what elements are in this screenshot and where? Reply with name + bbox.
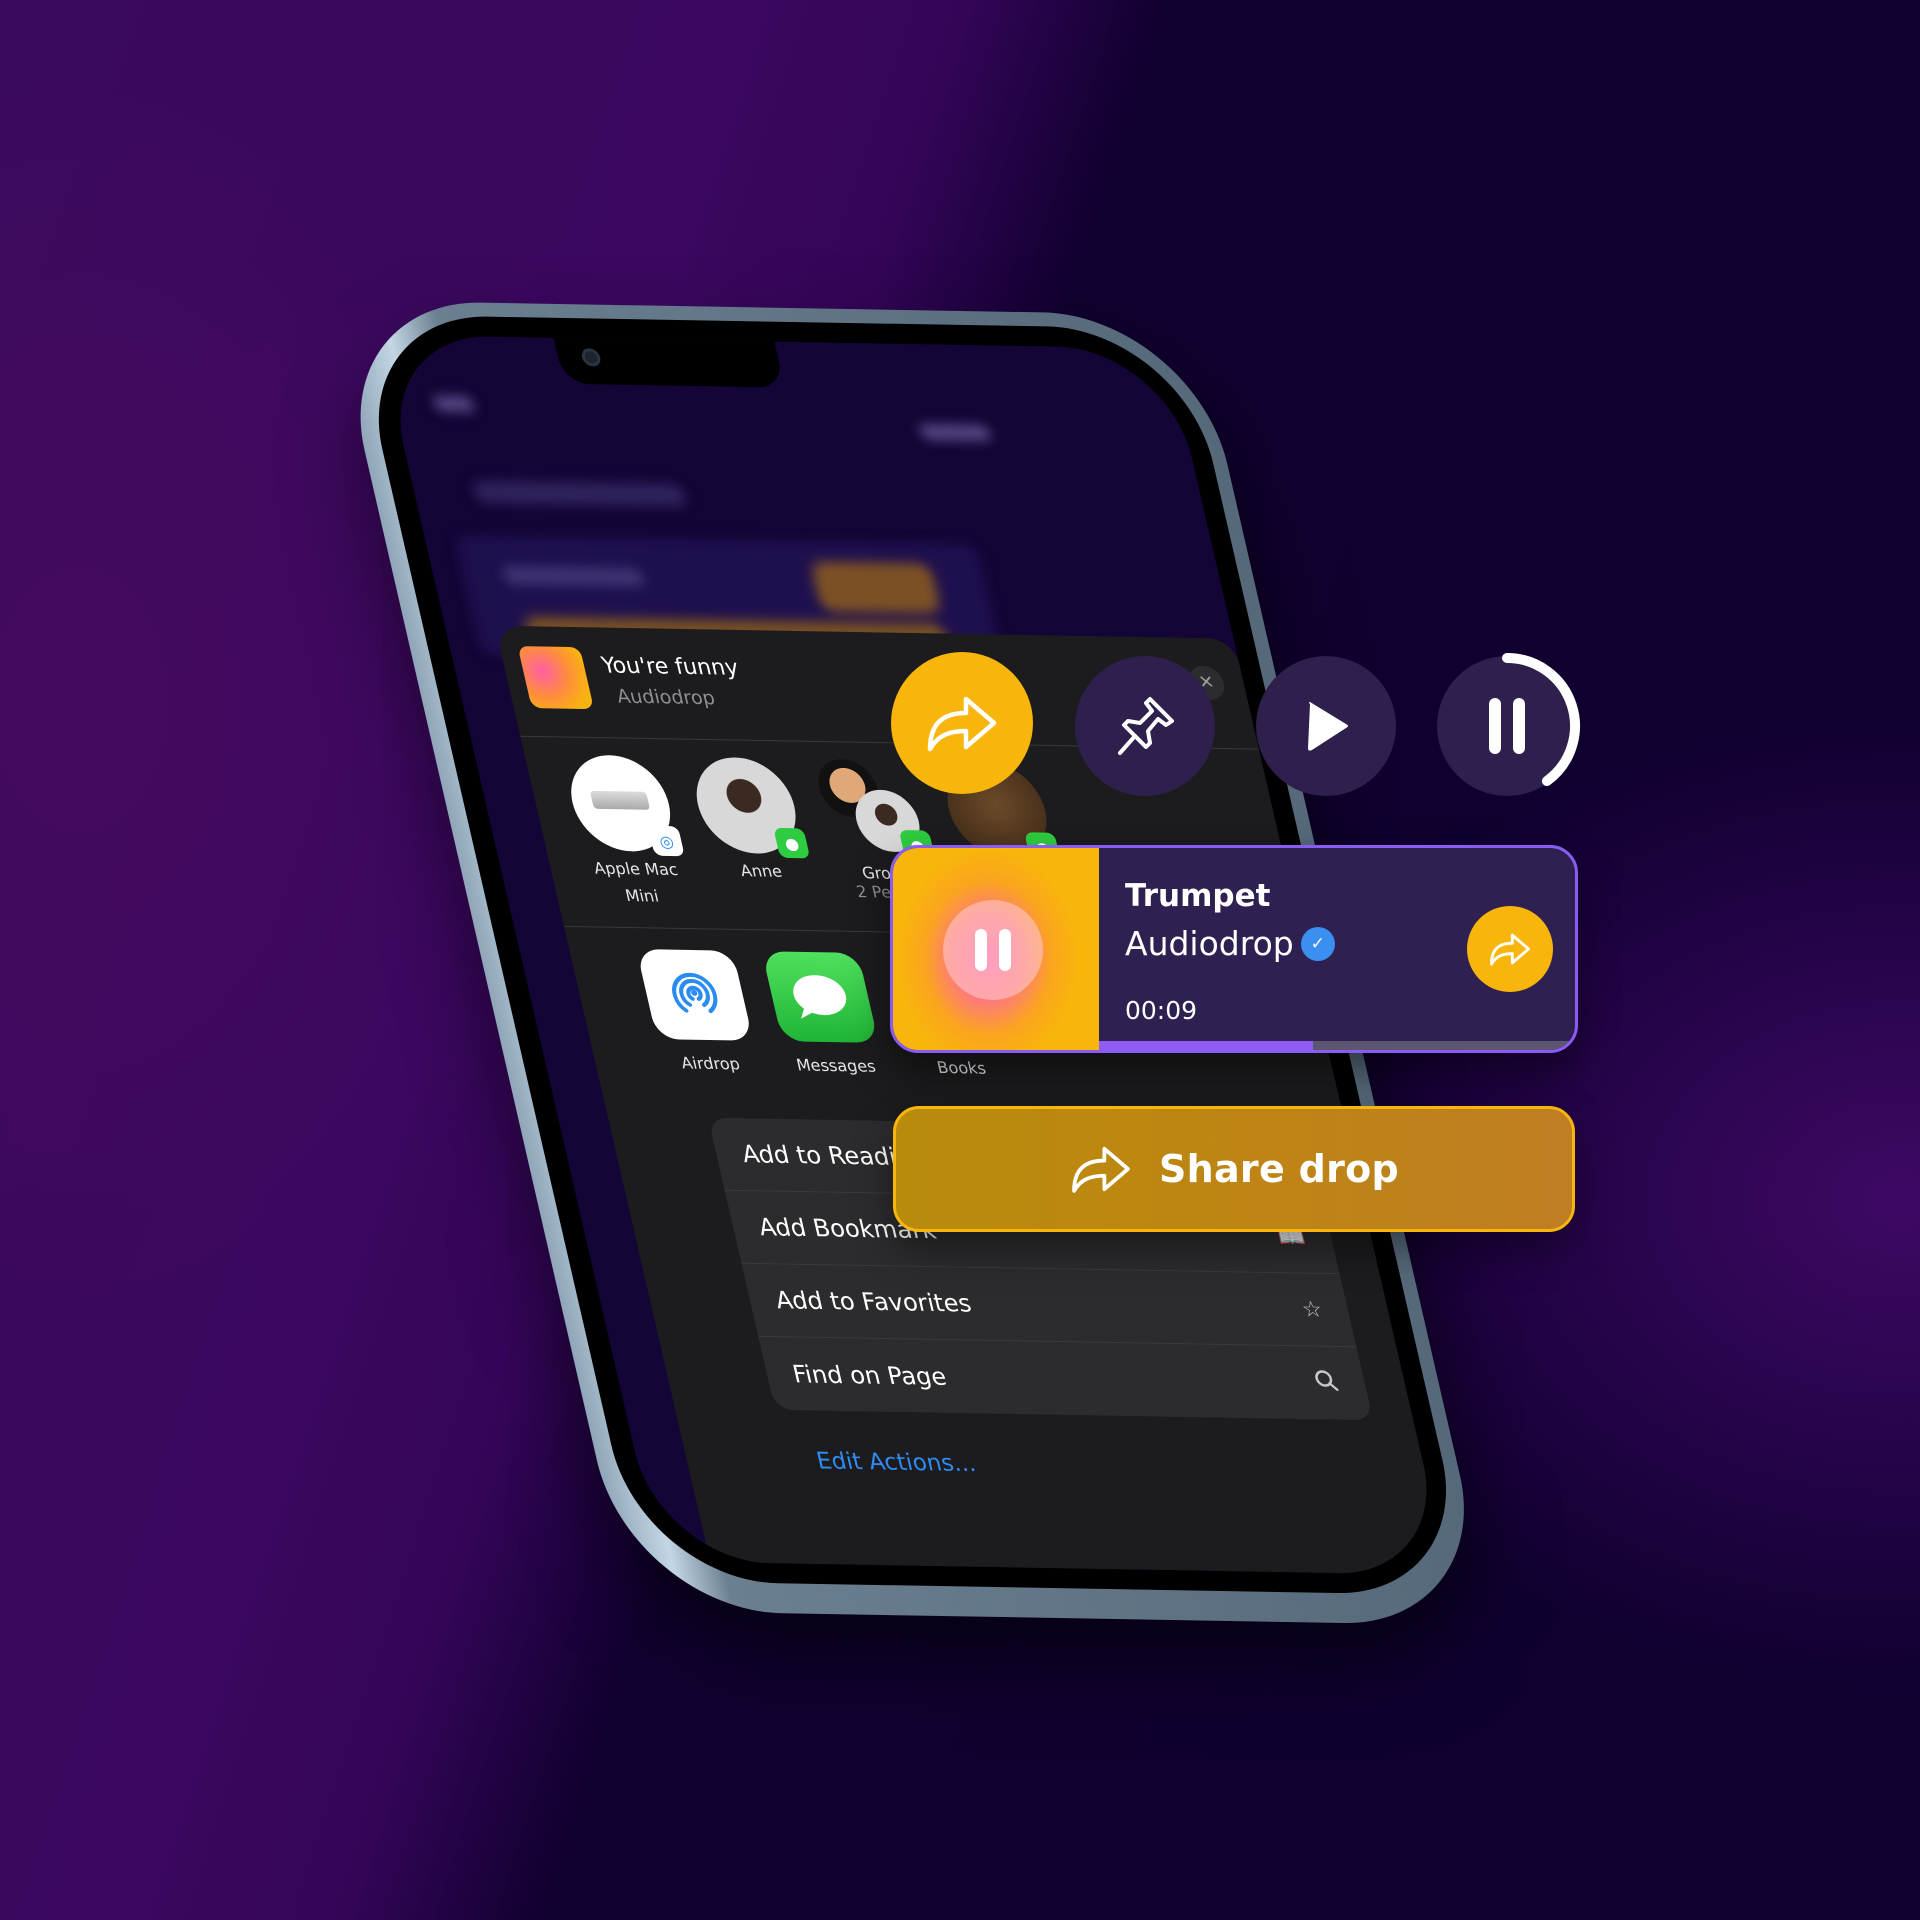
- pause-icon: [975, 929, 987, 971]
- action-label: Find on Page: [789, 1359, 950, 1391]
- app-label: Messages: [794, 1055, 878, 1076]
- contact-apple-mac-mini[interactable]: ◎ Apple Mac Mini: [554, 754, 699, 906]
- track-title: Trumpet: [1125, 878, 1271, 914]
- pin-icon: [1118, 697, 1174, 755]
- share-drop-button[interactable]: Share drop: [893, 1106, 1575, 1232]
- player-pause-button[interactable]: [943, 900, 1043, 1000]
- airdrop-icon: ◎: [647, 825, 685, 857]
- track-time: 00:09: [1125, 996, 1198, 1025]
- pin-button[interactable]: [1075, 656, 1215, 796]
- item-subtitle: Audiodrop: [614, 685, 718, 710]
- item-thumbnail: [517, 646, 595, 710]
- mac-mini-icon: [589, 790, 651, 810]
- search-icon: [1311, 1368, 1342, 1398]
- pause-progress-ring: [1502, 653, 1580, 787]
- player-share-button[interactable]: [1467, 906, 1553, 992]
- progress-arc: [1502, 653, 1580, 787]
- star-icon: ☆: [1299, 1296, 1325, 1323]
- app-messages[interactable]: Messages: [755, 951, 894, 1076]
- notch: [553, 337, 785, 388]
- share-arrow-icon: [1072, 1146, 1130, 1193]
- avatar: ●: [686, 756, 811, 859]
- action-add-to-favorites[interactable]: Add to Favorites ☆: [741, 1263, 1357, 1348]
- app-label: Airdrop: [679, 1053, 742, 1074]
- app-label: Books: [935, 1057, 988, 1078]
- camera-icon: [579, 348, 603, 367]
- messages-icon: ●: [773, 827, 811, 859]
- play-button[interactable]: [1256, 656, 1396, 796]
- share-arrow-icon: [927, 696, 997, 752]
- track-artwork: [893, 848, 1099, 1050]
- share-drop-label: Share drop: [1158, 1147, 1400, 1191]
- edit-actions-link[interactable]: Edit Actions...: [814, 1448, 978, 1477]
- airdrop-icon: [636, 949, 754, 1041]
- contact-name: Anne: [738, 861, 784, 881]
- action-find-on-page[interactable]: Find on Page: [758, 1337, 1373, 1420]
- track-progress-bar[interactable]: [1099, 1041, 1575, 1050]
- track-progress-fill: [1099, 1041, 1314, 1050]
- verified-badge-icon: ✓: [1303, 929, 1332, 958]
- pause-icon-bar: [999, 929, 1011, 971]
- action-label: Add to Favorites: [772, 1286, 975, 1318]
- audio-player-card: Trumpet Audiodrop ✓ 00:09: [890, 845, 1578, 1053]
- share-arrow-icon: [1490, 933, 1530, 966]
- contact-name: Apple Mac: [591, 858, 680, 880]
- play-icon: [1308, 702, 1348, 751]
- item-title: You're funny: [599, 653, 742, 681]
- avatar: ◎: [561, 754, 685, 857]
- artist-name: Audiodrop: [1125, 924, 1294, 963]
- contact-anne[interactable]: ● Anne: [680, 756, 819, 881]
- contact-name-line2: Mini: [623, 886, 661, 906]
- messages-icon: [761, 951, 879, 1043]
- track-artist: Audiodrop ✓: [1125, 924, 1332, 963]
- share-button[interactable]: [891, 652, 1033, 794]
- app-airdrop[interactable]: Airdrop: [629, 949, 768, 1074]
